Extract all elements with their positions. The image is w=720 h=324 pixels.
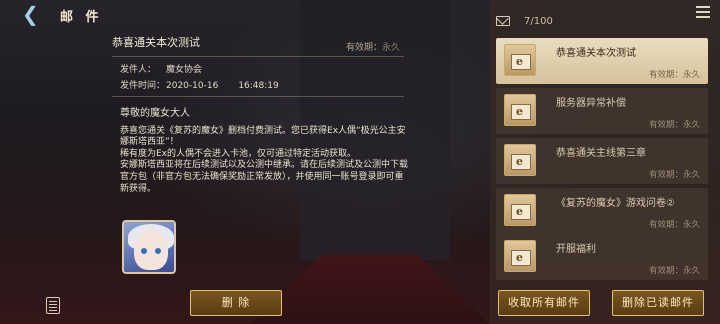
divider [112,56,404,57]
attachment-character-face [134,230,168,270]
attachment-item[interactable] [122,220,176,274]
send-time-label: 发件时间： [120,81,166,91]
envelope-icon [504,240,536,272]
mail-item-expiry: 有效期：永久 [648,120,700,130]
send-time-row: 发件时间：2020-10-16 16:48:19 [120,78,279,91]
mail-count: 7/100 [524,16,553,27]
mail-item-title: 恭喜通关主线第三章 [556,148,646,159]
top-bar: ❮ 邮 件 [0,0,490,28]
notes-icon[interactable] [46,297,60,314]
sender-label: 发件人： [120,65,157,75]
envelope-icon [504,144,536,176]
sender-row: 发件人： 魔女协会 [120,62,202,75]
mail-item-title: 恭喜通关本次测试 [556,48,636,59]
back-arrow-icon[interactable]: ❮ [22,4,42,24]
mail-item-expiry: 有效期：永久 [648,266,700,276]
attachment-character-eye [155,248,161,254]
mail-expiry: 有效期：永久 [346,40,400,53]
mail-item-expiry: 有效期：永久 [648,70,700,80]
mail-paragraph: 安娜斯塔西亚将在后续测试以及公测中继承。请在后续测试及公测中下载官方包（非官方包… [120,160,409,194]
envelope-icon [496,16,510,26]
mail-list-item[interactable]: 恭喜通关本次测试 有效期：永久 [496,38,708,84]
mail-paragraph: 恭喜您通关《复苏的魔女》删档付费测试。您已获得Ex人偶“极光公主安娜斯塔西亚”！ [120,125,406,148]
delete-read-button[interactable]: 删除已读邮件 [612,290,704,316]
mail-list-item[interactable]: 《复苏的魔女》游戏问卷② 有效期：永久 [496,188,708,234]
mail-list-item[interactable]: 恭喜通关主线第三章 有效期：永久 [496,138,708,184]
menu-icon[interactable] [696,6,710,18]
page-title: 邮 件 [60,10,103,25]
sender-value: 魔女协会 [166,65,203,75]
mail-greeting: 尊敬的魔女大人 [120,108,190,119]
envelope-icon [504,194,536,226]
mail-item-expiry: 有效期：永久 [648,170,700,180]
mail-item-title: 服务器异常补偿 [556,98,626,109]
send-time: 16:48:19 [238,81,279,91]
envelope-icon [504,94,536,126]
mail-body: 尊敬的魔女大人 恭喜您通关《复苏的魔女》删档付费测试。您已获得Ex人偶“极光公主… [120,108,410,195]
envelope-icon [504,44,536,76]
attachment-character-eye [141,248,147,254]
mail-item-title: 《复苏的魔女》游戏问卷② [556,198,675,209]
mail-list-item[interactable]: 开服福利 有效期：永久 [496,234,708,280]
collect-all-button[interactable]: 收取所有邮件 [498,290,590,316]
mail-item-title: 开服福利 [556,244,596,255]
send-date: 2020-10-16 [166,81,219,91]
mail-expiry-label: 有效期： [346,43,383,53]
mail-list-item[interactable]: 服务器异常补偿 有效期：永久 [496,88,708,134]
mail-expiry-value: 永久 [382,43,401,53]
mail-item-expiry: 有效期：永久 [648,220,700,230]
mail-paragraph: 稀有度为Ex的人偶不会进入卡池，仅可通过特定活动获取。 [120,148,357,159]
delete-button[interactable]: 删 除 [190,290,282,316]
divider [112,96,404,97]
